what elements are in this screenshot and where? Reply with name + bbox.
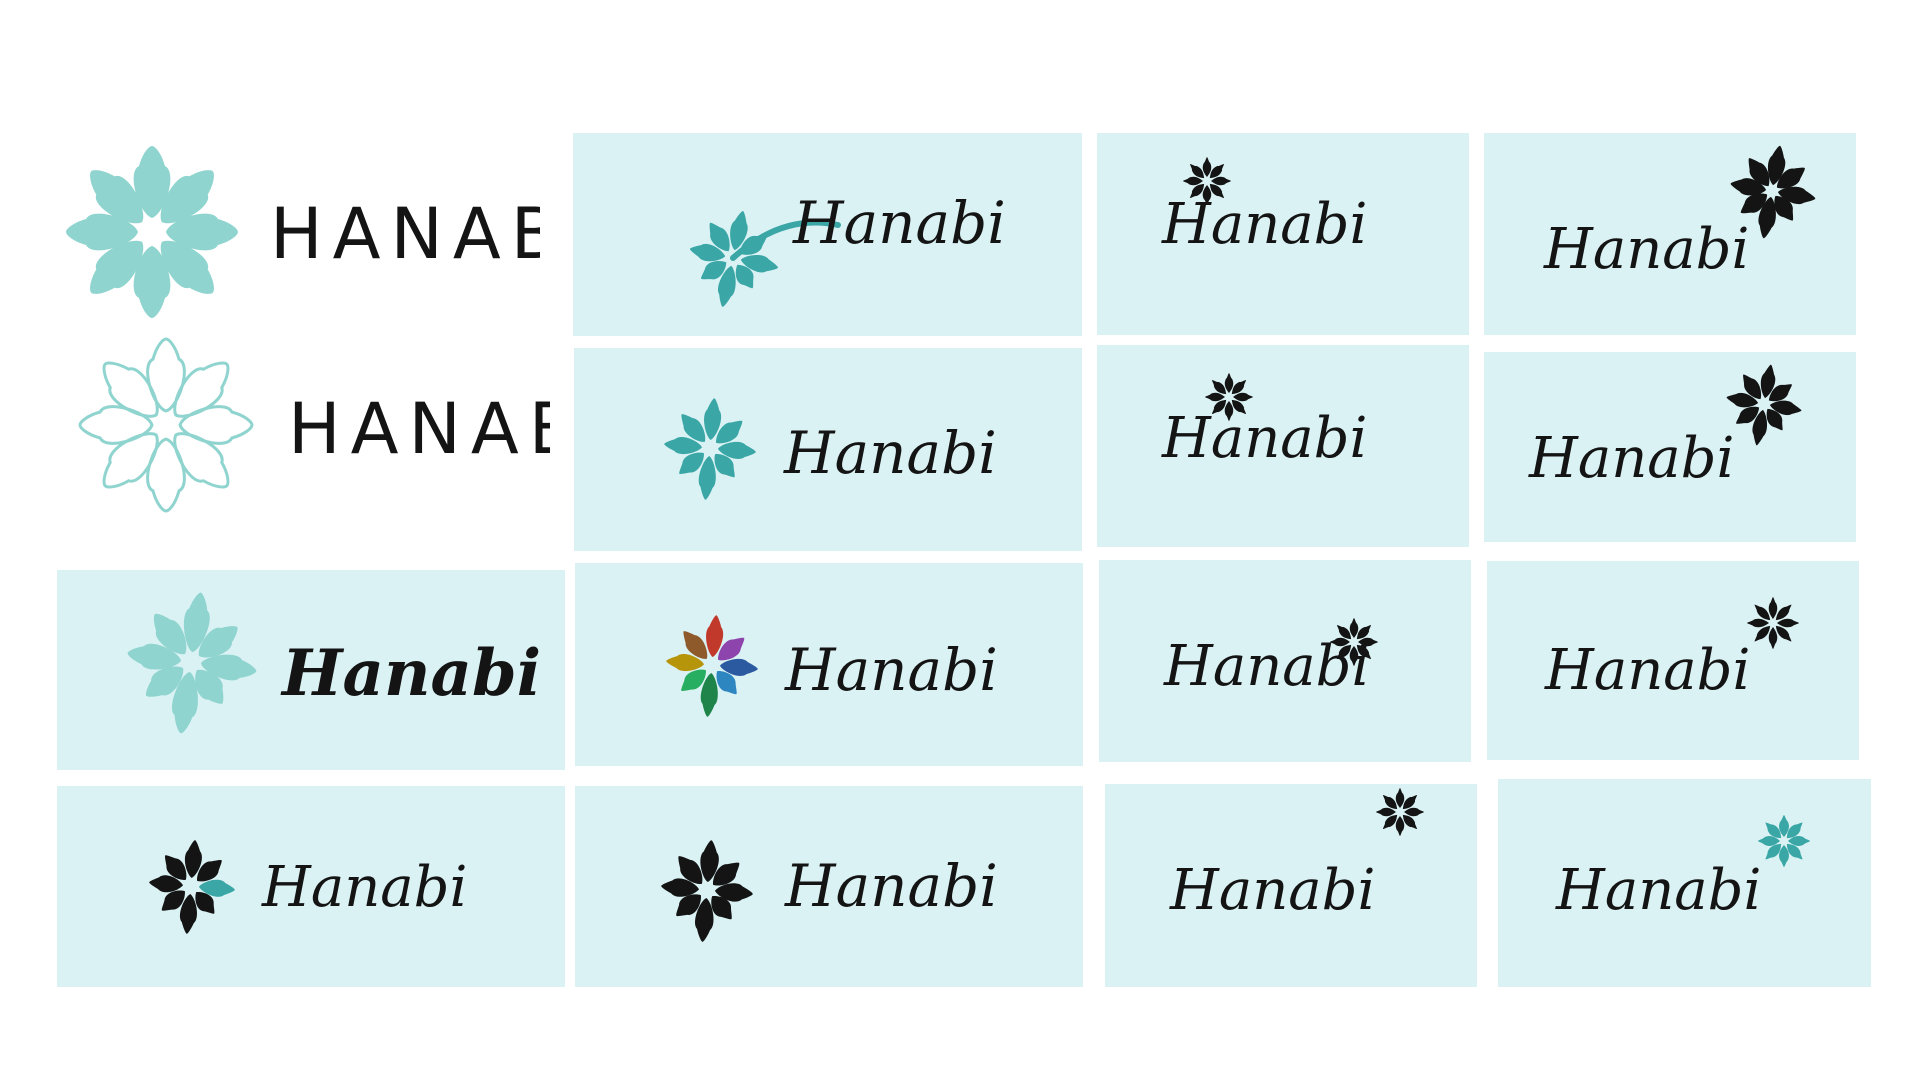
logo-wordmark: Hanabi	[1544, 638, 1750, 703]
burst-petal	[78, 405, 154, 445]
burst-petal	[1211, 176, 1231, 186]
burst-petal	[1202, 157, 1212, 177]
burst-petal	[1395, 816, 1405, 836]
logo-wordmark: Hanabi	[792, 189, 1006, 257]
logo-wordmark: Hanabi	[1555, 858, 1761, 923]
burst-petal	[1205, 392, 1225, 402]
burst-petal	[1768, 597, 1778, 619]
black-burst-icon	[661, 840, 753, 942]
burst-petal	[1788, 836, 1810, 846]
logo-burst-top-right: Hanabi	[1105, 784, 1477, 987]
burst-petal	[1758, 836, 1780, 846]
small-teal-burst-icon	[1758, 815, 1810, 867]
burst-petal	[173, 361, 230, 418]
logo-wordmark: Hanabi	[1163, 634, 1369, 699]
teal-burst-icon	[664, 398, 756, 500]
logo-burst-big-over-i-1: Hanabi	[1484, 133, 1856, 335]
burst-petal	[1404, 807, 1424, 817]
burst-petal	[1779, 815, 1789, 837]
burst-petal	[1768, 627, 1778, 649]
burst-petal	[102, 432, 159, 489]
logo-burst-over-h-1: Hanabi	[1097, 133, 1469, 335]
teal-solid-burst-icon	[66, 146, 238, 318]
rainbow-burst-icon	[666, 615, 758, 717]
logo-wordmark: Hanabi	[280, 636, 541, 711]
logo-wordmark: Hanabi	[784, 852, 998, 920]
small-black-burst-icon	[1376, 788, 1424, 836]
logo-burst-small-over-i: Hanabi	[1487, 561, 1859, 760]
logo-wordmark: Hanabi	[1528, 426, 1734, 491]
logo-rainbow-burst: Hanabi	[575, 563, 1083, 766]
burst-petal	[1395, 788, 1405, 808]
black-burst-teal-tip-icon	[149, 840, 235, 934]
burst-petal	[1777, 618, 1799, 628]
burst-petal	[146, 437, 186, 513]
burst-petal	[178, 405, 254, 445]
burst-petal	[146, 337, 186, 413]
small-black-burst-icon	[1747, 597, 1799, 649]
burst-petal	[1779, 845, 1789, 867]
logo-black-burst-small: Hanabi	[57, 786, 565, 987]
logo-burst-in-b: Hanabi	[1099, 560, 1471, 762]
burst-petal	[1224, 373, 1234, 393]
logo-bold-teal: Hanabi	[57, 570, 565, 770]
logo-wordmark: Hanabi	[1169, 858, 1375, 923]
logo-wordmark: Hanabi	[1543, 217, 1749, 282]
large-black-burst-icon	[1726, 364, 1802, 446]
logo-burst-big-over-i-2: Hanabi	[1484, 352, 1856, 542]
burst-petal	[1233, 392, 1253, 402]
burst-petal	[173, 432, 230, 489]
logo-burst-teal-over-i: Hanabi	[1498, 779, 1871, 987]
large-teal-burst-icon	[127, 592, 257, 734]
logo-wordmark: Hanabi	[1161, 192, 1367, 257]
logo-caps-outline: HANABI	[70, 335, 550, 525]
logo-wordmark: Hanabi	[783, 419, 997, 487]
logo-teal-swoosh: Hanabi	[573, 133, 1082, 336]
teal-outline-burst-icon	[78, 337, 254, 513]
logo-wordmark: Hanabi	[784, 636, 998, 704]
burst-petal	[1376, 807, 1396, 817]
logo-wordmark: HANABI	[288, 388, 550, 470]
logo-teal-burst: Hanabi	[574, 348, 1082, 551]
logo-wordmark: Hanabi	[1161, 406, 1367, 471]
logo-wordmark: Hanabi	[261, 855, 467, 920]
logo-wordmark: HANABI	[270, 193, 540, 275]
burst-petal	[102, 361, 159, 418]
logo-black-burst: Hanabi	[575, 786, 1083, 987]
burst-petal	[1183, 176, 1203, 186]
logo-caps-solid: HANABI	[60, 140, 540, 330]
logo-burst-over-h-2: Hanabi	[1097, 345, 1469, 547]
burst-petal	[1747, 618, 1769, 628]
